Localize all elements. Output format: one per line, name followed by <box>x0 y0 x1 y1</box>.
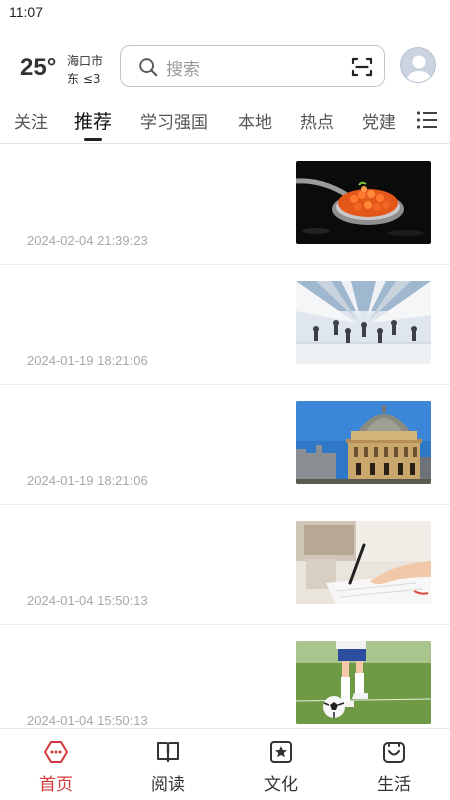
list-item[interactable]: 2024-01-19 18:21:06 <box>0 265 450 385</box>
search-input[interactable]: 搜索 <box>120 45 385 87</box>
nav-culture[interactable]: 文化 <box>225 729 337 800</box>
tab-hot[interactable]: 热点 <box>300 108 334 133</box>
item-timestamp: 2024-02-04 21:39:23 <box>27 233 148 248</box>
user-avatar-icon <box>406 55 432 82</box>
status-bar: 11:07 <box>0 0 450 28</box>
avatar[interactable] <box>400 47 436 83</box>
list-item[interactable]: 2024-01-04 15:50:13 <box>0 505 450 625</box>
home-icon <box>44 741 68 763</box>
nav-life-label: 生活 <box>377 775 411 795</box>
tab-xuexi-qiangguo[interactable]: 学习强国 <box>140 108 208 133</box>
list-menu-icon[interactable] <box>416 110 438 130</box>
weather-wind: 东 ≤3 <box>67 72 101 86</box>
news-feed: 2024-02-04 21:39:23 2024-01-19 18:21:06 … <box>0 145 450 728</box>
status-time: 11:07 <box>9 4 43 20</box>
nav-culture-label: 文化 <box>264 775 298 795</box>
nav-life[interactable]: 生活 <box>338 729 450 800</box>
hand-writing-image[interactable] <box>296 521 431 604</box>
soccer-ball-image[interactable] <box>296 641 431 724</box>
tab-local[interactable]: 本地 <box>238 108 272 133</box>
nav-read[interactable]: 阅读 <box>112 729 224 800</box>
nav-home-label: 首页 <box>39 775 73 795</box>
weather-temperature[interactable]: 25° <box>20 54 56 82</box>
channel-tabs: 关注 推荐 学习强国 本地 热点 党建 <box>0 98 450 144</box>
star-badge-icon <box>270 741 292 763</box>
bottom-nav: 首页 阅读 文化 生活 <box>0 728 450 800</box>
nav-home[interactable]: 首页 <box>0 729 112 800</box>
scan-icon[interactable] <box>350 55 374 79</box>
list-item[interactable]: 2024-01-04 15:50:13 <box>0 625 450 728</box>
caviar-spoon-image[interactable] <box>296 161 431 244</box>
domed-library-image[interactable] <box>296 401 431 484</box>
active-tab-indicator <box>84 138 102 141</box>
tab-party-building[interactable]: 党建 <box>362 108 396 133</box>
item-timestamp: 2024-01-19 18:21:06 <box>27 473 148 488</box>
item-timestamp: 2024-01-04 15:50:13 <box>27 713 148 728</box>
item-timestamp: 2024-01-19 18:21:06 <box>27 353 148 368</box>
weather-city[interactable]: 海口市 <box>67 52 103 69</box>
search-icon <box>139 58 158 77</box>
list-item[interactable]: 2024-01-19 18:21:06 <box>0 385 450 505</box>
tab-follow[interactable]: 关注 <box>14 108 48 133</box>
nav-read-label: 阅读 <box>151 775 185 795</box>
white-architecture-image[interactable] <box>296 281 431 364</box>
list-item[interactable]: 2024-02-04 21:39:23 <box>0 145 450 265</box>
smile-bag-icon <box>383 742 405 763</box>
book-icon <box>157 742 179 762</box>
search-placeholder: 搜索 <box>166 60 200 80</box>
header: 25° 海口市 东 ≤3 搜索 <box>0 28 450 98</box>
tab-recommend[interactable]: 推荐 <box>74 107 112 134</box>
item-timestamp: 2024-01-04 15:50:13 <box>27 593 148 608</box>
